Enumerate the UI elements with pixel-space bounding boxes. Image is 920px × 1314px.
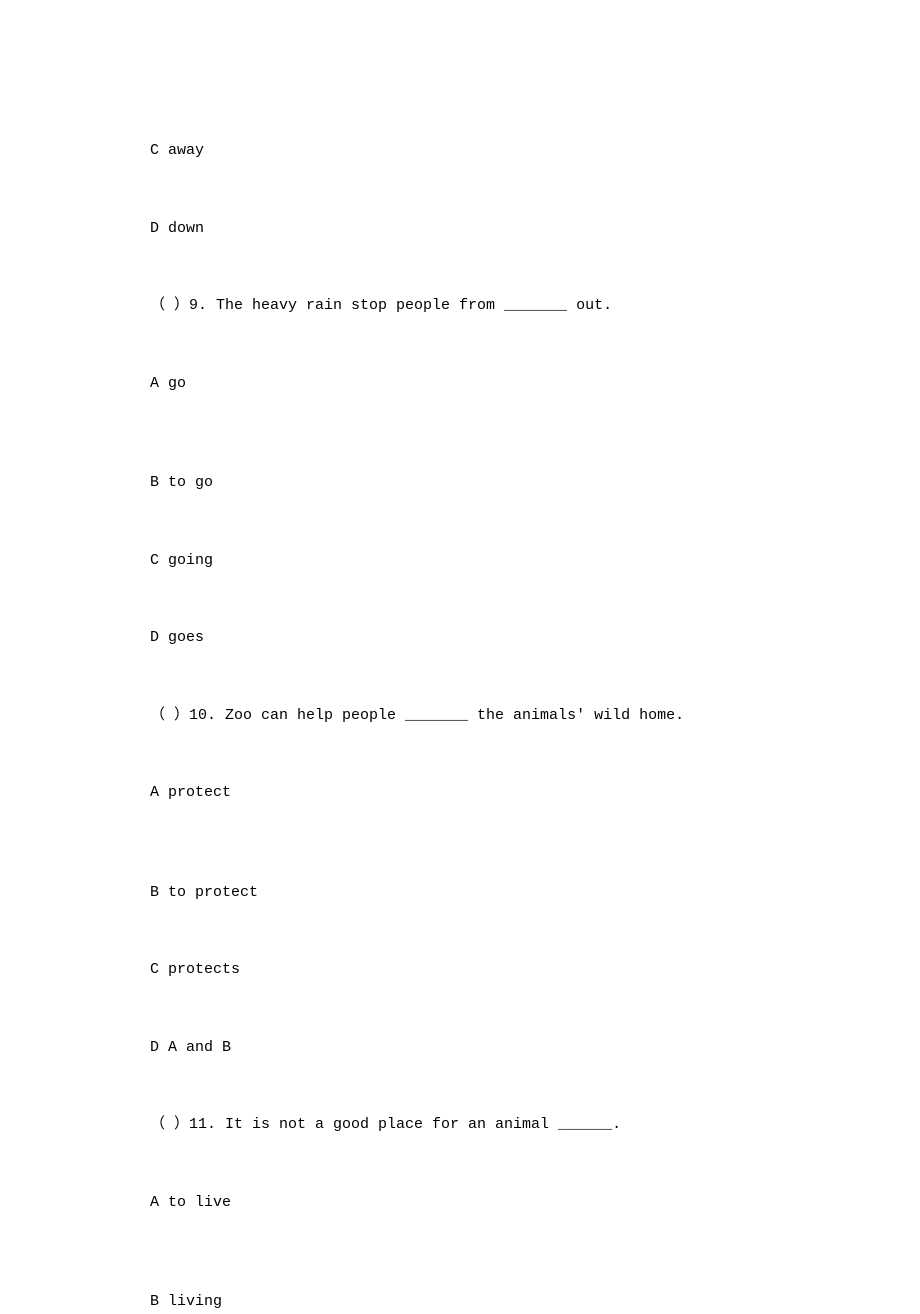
option-text: B to go: [150, 474, 213, 491]
q9-option-c: C going: [150, 550, 770, 573]
question-text: （ ）9. The heavy rain stop people from __…: [150, 297, 612, 314]
question-text: （ ）10. Zoo can help people _______ the a…: [150, 707, 684, 724]
option-text: D A and B: [150, 1039, 231, 1056]
option-text: D goes: [150, 629, 204, 646]
q10-option-c: C protects: [150, 959, 770, 982]
question-9: （ ）9. The heavy rain stop people from __…: [150, 295, 770, 318]
q10-option-a: A protect: [150, 782, 770, 805]
option-text: C away: [150, 142, 204, 159]
q9-option-b: B to go: [150, 472, 770, 495]
question-text: （ ）11. It is not a good place for an ani…: [150, 1116, 621, 1133]
option-text: C protects: [150, 961, 240, 978]
option-text: B to protect: [150, 884, 258, 901]
q10-option-b: B to protect: [150, 882, 770, 905]
option-text: A protect: [150, 784, 231, 801]
q8-option-c: C away: [150, 140, 770, 163]
option-text: C going: [150, 552, 213, 569]
option-text: A go: [150, 375, 186, 392]
q11-option-a: A to live: [150, 1192, 770, 1215]
option-text: A to live: [150, 1194, 231, 1211]
q11-option-b: B living: [150, 1291, 770, 1314]
q10-option-d: D A and B: [150, 1037, 770, 1060]
q8-option-d: D down: [150, 218, 770, 241]
question-10: （ ）10. Zoo can help people _______ the a…: [150, 705, 770, 728]
q9-option-a: A go: [150, 373, 770, 396]
option-text: D down: [150, 220, 204, 237]
q9-option-d: D goes: [150, 627, 770, 650]
question-11: （ ）11. It is not a good place for an ani…: [150, 1114, 770, 1137]
